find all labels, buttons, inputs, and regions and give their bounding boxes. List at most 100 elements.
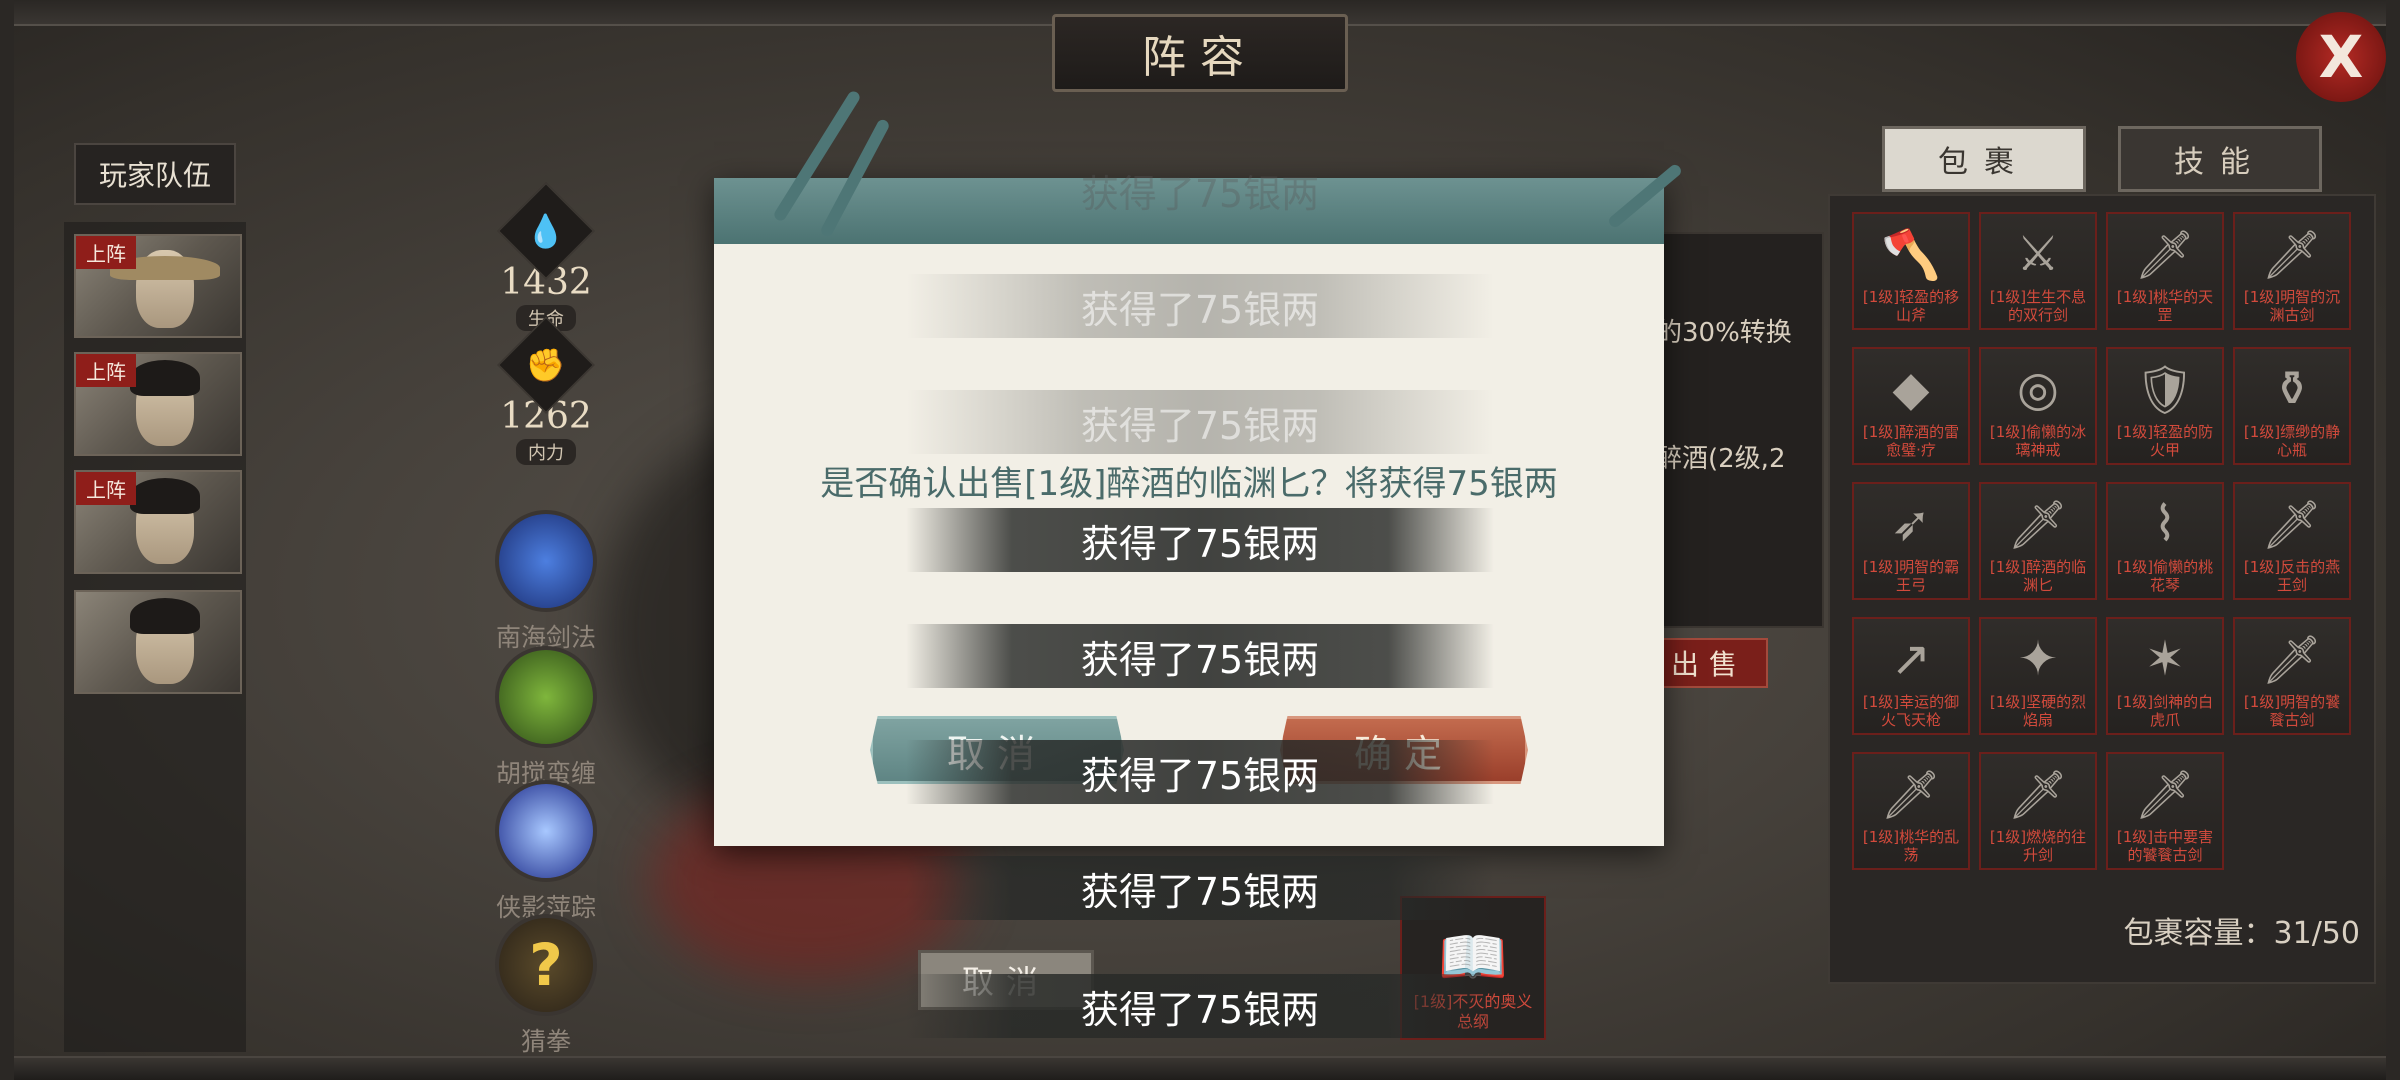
sword-icon: 🗡 xyxy=(2134,227,2196,283)
skill-3[interactable]: 侠影萍踪 xyxy=(486,780,606,924)
toast-message: 获得了75银两 xyxy=(1080,171,1320,216)
jade-icon: ◆ xyxy=(1892,361,1930,417)
bag-slot[interactable]: 🗡 [1级]醉酒的临渊匕 xyxy=(1979,482,2097,600)
close-icon: X xyxy=(2318,23,2364,91)
bag-slot[interactable]: ➶ [1级]明智的霸王弓 xyxy=(1852,482,1970,600)
ring-icon: ◎ xyxy=(2017,361,2059,417)
bag-slot[interactable]: ◆ [1级]醉酒的雷愈璧·疗 xyxy=(1852,347,1970,465)
skill-4[interactable]: ? 猜拳 xyxy=(486,914,606,1058)
bag-slot[interactable]: 🗡 [1级]明智的沉渊古剑 xyxy=(2233,212,2351,330)
toast-message: 获得了75银两 xyxy=(906,740,1494,804)
item-name: [1级]轻盈的防火甲 xyxy=(2116,423,2214,459)
fan-icon: ✦ xyxy=(2017,631,2059,687)
bag-slot[interactable]: 🛡 [1级]轻盈的防火甲 xyxy=(2106,347,2224,465)
bow-icon: ➶ xyxy=(1890,496,1932,552)
close-button[interactable]: X xyxy=(2296,12,2386,102)
detail-line: 的30%转换 xyxy=(1656,318,1792,348)
axe-icon: 🪓 xyxy=(1881,227,1941,283)
item-name: [1级]生生不息的双行剑 xyxy=(1989,288,2087,324)
stat-mp: ✊ 1262 内力 xyxy=(494,316,598,465)
sell-button[interactable]: 出售 xyxy=(1650,638,1768,688)
question-mark-icon: ? xyxy=(495,914,597,1016)
bag-slot[interactable]: 🗡 [1级]桃华的天罡 xyxy=(2106,212,2224,330)
dagger-icon: 🗡 xyxy=(2007,497,2069,553)
team-member-4[interactable] xyxy=(74,590,242,694)
blue-sword-icon xyxy=(495,510,597,612)
bag-slot[interactable]: ✶ [1级]剑神的白虎爪 xyxy=(2106,617,2224,735)
deployed-badge: 上阵 xyxy=(76,472,136,505)
moon-figure-icon xyxy=(495,780,597,882)
item-name: [1级]明智的饕餮古剑 xyxy=(2243,693,2341,729)
item-name: [1级]偷懒的冰璃神戒 xyxy=(1989,423,2087,459)
hair-icon xyxy=(130,478,200,514)
vase-icon: ⚱ xyxy=(2271,361,2313,417)
item-name: [1级]轻盈的移山斧 xyxy=(1862,288,1960,324)
team-member-2[interactable]: 上阵 xyxy=(74,352,242,456)
detail-line: 醉酒(2级,2 xyxy=(1656,444,1786,474)
bag-slot[interactable]: ⚱ [1级]缥缈的静心瓶 xyxy=(2233,347,2351,465)
toast-message: 获得了75银两 xyxy=(906,390,1494,454)
skill-2[interactable]: 胡搅蛮缠 xyxy=(486,646,606,790)
bag-slot[interactable]: 🗡 [1级]明智的饕餮古剑 xyxy=(2233,617,2351,735)
item-name: [1级]坚硬的烈焰扇 xyxy=(1989,693,2087,729)
item-detail-panel xyxy=(1640,232,1824,628)
bag-slot[interactable]: 🗡 [1级]击中要害的饕餮古剑 xyxy=(2106,752,2224,870)
skill-1[interactable]: 南海剑法 xyxy=(486,510,606,654)
hair-icon xyxy=(130,598,200,634)
toast-message: 获得了75银两 xyxy=(906,508,1494,572)
team-member-1[interactable]: 上阵 xyxy=(74,234,242,338)
item-name: [1级]明智的霸王弓 xyxy=(1862,558,1960,594)
tab-bag[interactable]: 包裹 xyxy=(1882,126,2086,192)
item-name: [1级]桃华的乱荡 xyxy=(1862,828,1960,864)
page-title: 阵容 xyxy=(1052,14,1348,92)
sword-icon: 🗡 xyxy=(2261,632,2323,688)
bag-slot[interactable]: ⚔ [1级]生生不息的双行剑 xyxy=(1979,212,2097,330)
toast-message: 获得了75银两 xyxy=(906,974,1494,1038)
item-name: [1级]醉酒的临渊匕 xyxy=(1989,558,2087,594)
team-member-3[interactable]: 上阵 xyxy=(74,470,242,574)
item-name: [1级]缥缈的静心瓶 xyxy=(2243,423,2341,459)
claw-icon: ✶ xyxy=(2144,631,2186,687)
item-name: [1级]明智的沉渊古剑 xyxy=(2243,288,2341,324)
stat-label: 内力 xyxy=(516,439,576,465)
item-name: [1级]反击的燕王剑 xyxy=(2243,558,2341,594)
skill-name: 猜拳 xyxy=(520,1027,571,1056)
item-name: [1级]击中要害的饕餮古剑 xyxy=(2116,828,2214,864)
deployed-badge: 上阵 xyxy=(76,236,136,269)
flute-icon: ⌇ xyxy=(2153,496,2177,552)
bag-slot[interactable]: 🪓 [1级]轻盈的移山斧 xyxy=(1852,212,1970,330)
twin-sword-icon: ⚔ xyxy=(2016,226,2060,282)
frame-left xyxy=(0,0,14,1080)
green-figure-icon xyxy=(495,646,597,748)
bag-slot[interactable]: ↗ [1级]幸运的御火飞天枪 xyxy=(1852,617,1970,735)
frame-bottom xyxy=(0,1056,2400,1080)
spear-icon: ↗ xyxy=(1890,631,1932,687)
frame-right xyxy=(2386,0,2400,1080)
bag-slot[interactable]: ✦ [1级]坚硬的烈焰扇 xyxy=(1979,617,2097,735)
sword-icon: 🗡 xyxy=(2007,767,2069,823)
bag-slot[interactable]: 🗡 [1级]反击的燕王剑 xyxy=(2233,482,2351,600)
stat-hp: 💧 1432 生命 xyxy=(494,182,598,331)
tab-skill[interactable]: 技能 xyxy=(2118,126,2322,192)
item-name: [1级]幸运的御火飞天枪 xyxy=(1862,693,1960,729)
dialog-message: 是否确认出售[1级]醉酒的临渊匕？将获得75银两 xyxy=(820,464,1558,504)
bag-slot[interactable]: 🗡 [1级]燃烧的往升剑 xyxy=(1979,752,2097,870)
toast-message: 获得了75银两 xyxy=(906,624,1494,688)
bag-slot[interactable]: 🗡 [1级]桃华的乱荡 xyxy=(1852,752,1970,870)
item-name: [1级]剑神的白虎爪 xyxy=(2116,693,2214,729)
bag-slot[interactable]: ⌇ [1级]偷懒的桃花琴 xyxy=(2106,482,2224,600)
team-label: 玩家队伍 xyxy=(74,143,236,205)
sword-icon: 🗡 xyxy=(2261,227,2323,283)
item-name: [1级]燃烧的往升剑 xyxy=(1989,828,2087,864)
sword-icon: 🗡 xyxy=(2134,767,2196,823)
item-name: [1级]偷懒的桃花琴 xyxy=(2116,558,2214,594)
toast-message: 获得了75银两 xyxy=(906,274,1494,338)
hair-icon xyxy=(130,360,200,396)
sword-icon: 🗡 xyxy=(1880,767,1942,823)
sword-icon: 🗡 xyxy=(2261,497,2323,553)
deployed-badge: 上阵 xyxy=(76,354,136,387)
bag-capacity: 包裹容量：31/50 xyxy=(2123,916,2360,951)
item-name: [1级]醉酒的雷愈璧·疗 xyxy=(1862,423,1960,459)
armor-icon: 🛡 xyxy=(2134,362,2196,418)
bag-slot[interactable]: ◎ [1级]偷懒的冰璃神戒 xyxy=(1979,347,2097,465)
